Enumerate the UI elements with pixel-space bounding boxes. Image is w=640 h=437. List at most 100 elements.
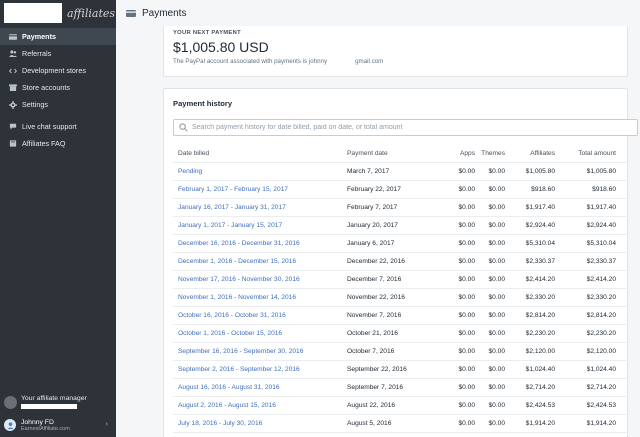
cell-apps: $0.00 (458, 240, 475, 247)
cell-date-billed[interactable]: September 16, 2016 - September 30, 2016 (173, 348, 347, 355)
cell-date-billed[interactable]: December 1, 2016 - December 15, 2016 (173, 258, 347, 265)
next-payment-card: YOUR NEXT PAYMENT $1,005.80 USD The PayP… (163, 26, 628, 77)
cell-payment-date: February 7, 2017 (347, 204, 398, 211)
cell-apps: $0.00 (458, 204, 475, 211)
cell-affiliates: $1,914.20 (525, 420, 555, 427)
cell-total: $2,330.37 (586, 258, 616, 265)
table-row: July 18, 2016 - July 30, 2016 August 5, 2… (173, 415, 628, 433)
cell-themes: $0.00 (488, 312, 505, 319)
cell-total: $1,917.40 (586, 204, 616, 211)
sidebar-item-referrals[interactable]: Referrals (0, 45, 116, 62)
column-header-affiliates[interactable]: Affiliates (505, 150, 555, 157)
paypal-email-domain: gmail.com (355, 58, 384, 65)
column-header-themes[interactable]: Themes (475, 150, 505, 157)
cell-date-billed[interactable]: July 18, 2016 - July 30, 2016 (173, 420, 347, 427)
cell-date-billed[interactable]: October 1, 2016 - October 15, 2016 (173, 330, 347, 337)
cell-apps: $0.00 (458, 348, 475, 355)
sidebar-item-development-stores[interactable]: Development stores (0, 62, 116, 79)
cell-date-billed[interactable]: August 2, 2016 - August 15, 2016 (173, 402, 347, 409)
cell-payment-date: January 6, 2017 (347, 240, 395, 247)
code-icon (8, 68, 18, 74)
cell-total: $918.60 (592, 186, 616, 193)
cell-date-billed[interactable]: November 17, 2016 - November 30, 2016 (173, 276, 347, 283)
cell-payment-date: March 7, 2017 (347, 168, 390, 175)
cell-apps: $0.00 (458, 312, 475, 319)
cell-affiliates: $2,424.53 (525, 402, 555, 409)
cell-date-billed[interactable]: September 2, 2016 - September 12, 2016 (173, 366, 347, 373)
cell-total: $2,330.20 (586, 294, 616, 301)
cell-themes: $0.00 (488, 366, 505, 373)
top-bar: Payments (116, 0, 640, 26)
book-icon (8, 140, 18, 147)
chat-icon (8, 123, 18, 130)
column-header-payment-date[interactable]: Payment date (347, 150, 417, 157)
sidebar-item-label: Development stores (22, 66, 86, 75)
cell-themes: $0.00 (488, 330, 505, 337)
table-row: Pending March 7, 2017 $0.00 $0.00 $1,005.80 $… (173, 163, 628, 181)
column-header-date-billed[interactable]: Date billed (173, 150, 347, 157)
table-row: August 2, 2016 - August 15, 2016 August 2… (173, 397, 628, 415)
gear-icon (8, 100, 18, 109)
page-title: Payments (142, 7, 187, 19)
sidebar-nav: Payments Referrals Development stores Store… (0, 28, 116, 152)
table-row: September 2, 2016 - September 12, 2016 Se… (173, 361, 628, 379)
chevron-right-icon[interactable]: › (106, 421, 108, 428)
search-box[interactable] (173, 119, 638, 136)
affiliate-manager[interactable]: Your affiliate manager (0, 391, 116, 413)
sidebar-item-live-chat-support[interactable]: Live chat support (0, 118, 116, 135)
cell-payment-date: August 5, 2016 (347, 420, 392, 427)
payment-history-table: Date billed Payment date Apps Themes Aff… (173, 145, 628, 433)
sidebar-item-store-accounts[interactable]: Store accounts (0, 79, 116, 96)
cell-total: $2,120.00 (586, 348, 616, 355)
cell-payment-date: December 22, 2016 (347, 258, 405, 265)
brand-text: affiliates (67, 6, 116, 20)
cell-date-billed[interactable]: January 1, 2017 - January 15, 2017 (173, 222, 347, 229)
sidebar-item-label: Affiliates FAQ (22, 139, 66, 148)
search-input[interactable] (192, 124, 612, 131)
cell-total: $1,914.20 (586, 420, 616, 427)
cell-apps: $0.00 (458, 330, 475, 337)
sidebar-item-payments[interactable]: Payments (0, 28, 116, 45)
cell-total: $2,424.53 (586, 402, 616, 409)
cell-themes: $0.00 (488, 222, 505, 229)
referrals-icon (8, 50, 18, 57)
cell-affiliates: $2,414.20 (525, 276, 555, 283)
cell-affiliates: $918.60 (531, 186, 555, 193)
sidebar-item-label: Payments (22, 32, 56, 41)
table-row: December 1, 2016 - December 15, 2016 Dece… (173, 253, 628, 271)
cell-payment-date: August 22, 2016 (347, 402, 396, 409)
paypal-note-text: The PayPal account associated with payme… (173, 58, 328, 65)
cell-date-billed[interactable]: November 1, 2016 - November 14, 2016 (173, 294, 347, 301)
cell-date-billed[interactable]: October 16, 2016 - October 31, 2016 (173, 312, 347, 319)
cell-affiliates: $1,917.40 (525, 204, 555, 211)
user-account[interactable]: Johnny FD EarnestAffiliate.com › (0, 413, 116, 437)
sidebar-item-affiliates-faq[interactable]: Affiliates FAQ (0, 135, 116, 152)
cell-date-billed[interactable]: February 1, 2017 - February 15, 2017 (173, 186, 347, 193)
cell-total: $2,414.20 (586, 276, 616, 283)
cell-date-billed[interactable]: January 16, 2017 - January 31, 2017 (173, 204, 347, 211)
sidebar-item-settings[interactable]: Settings (0, 96, 116, 113)
table-row: October 16, 2016 - October 31, 2016 Novem… (173, 307, 628, 325)
cell-apps: $0.00 (458, 276, 475, 283)
cell-payment-date: December 7, 2016 (347, 276, 402, 283)
cell-date-billed[interactable]: August 16, 2016 - August 31, 2016 (173, 384, 347, 391)
brand[interactable]: affiliates (0, 0, 116, 26)
table-row: January 1, 2017 - January 15, 2017 Januar… (173, 217, 628, 235)
cell-themes: $0.00 (488, 204, 505, 211)
table-row: February 1, 2017 - February 15, 2017 Febr… (173, 181, 628, 199)
user-avatar-icon (4, 419, 16, 431)
cell-apps: $0.00 (458, 366, 475, 373)
cell-payment-date: November 22, 2016 (347, 294, 405, 301)
cell-total: $1,005.80 (586, 168, 616, 175)
cell-affiliates: $2,330.20 (525, 294, 555, 301)
cell-themes: $0.00 (488, 384, 505, 391)
column-header-apps[interactable]: Apps (417, 150, 475, 157)
cell-date-billed[interactable]: Pending (173, 168, 347, 175)
table-row: October 1, 2016 - October 15, 2016 Octobe… (173, 325, 628, 343)
cell-total: $2,924.40 (586, 222, 616, 229)
cell-date-billed[interactable]: December 16, 2016 - December 31, 2016 (173, 240, 347, 247)
table-row: August 16, 2016 - August 31, 2016 Septemb… (173, 379, 628, 397)
cell-themes: $0.00 (488, 186, 505, 193)
sidebar-item-label: Referrals (22, 49, 52, 58)
column-header-total[interactable]: Total amount (555, 150, 618, 157)
